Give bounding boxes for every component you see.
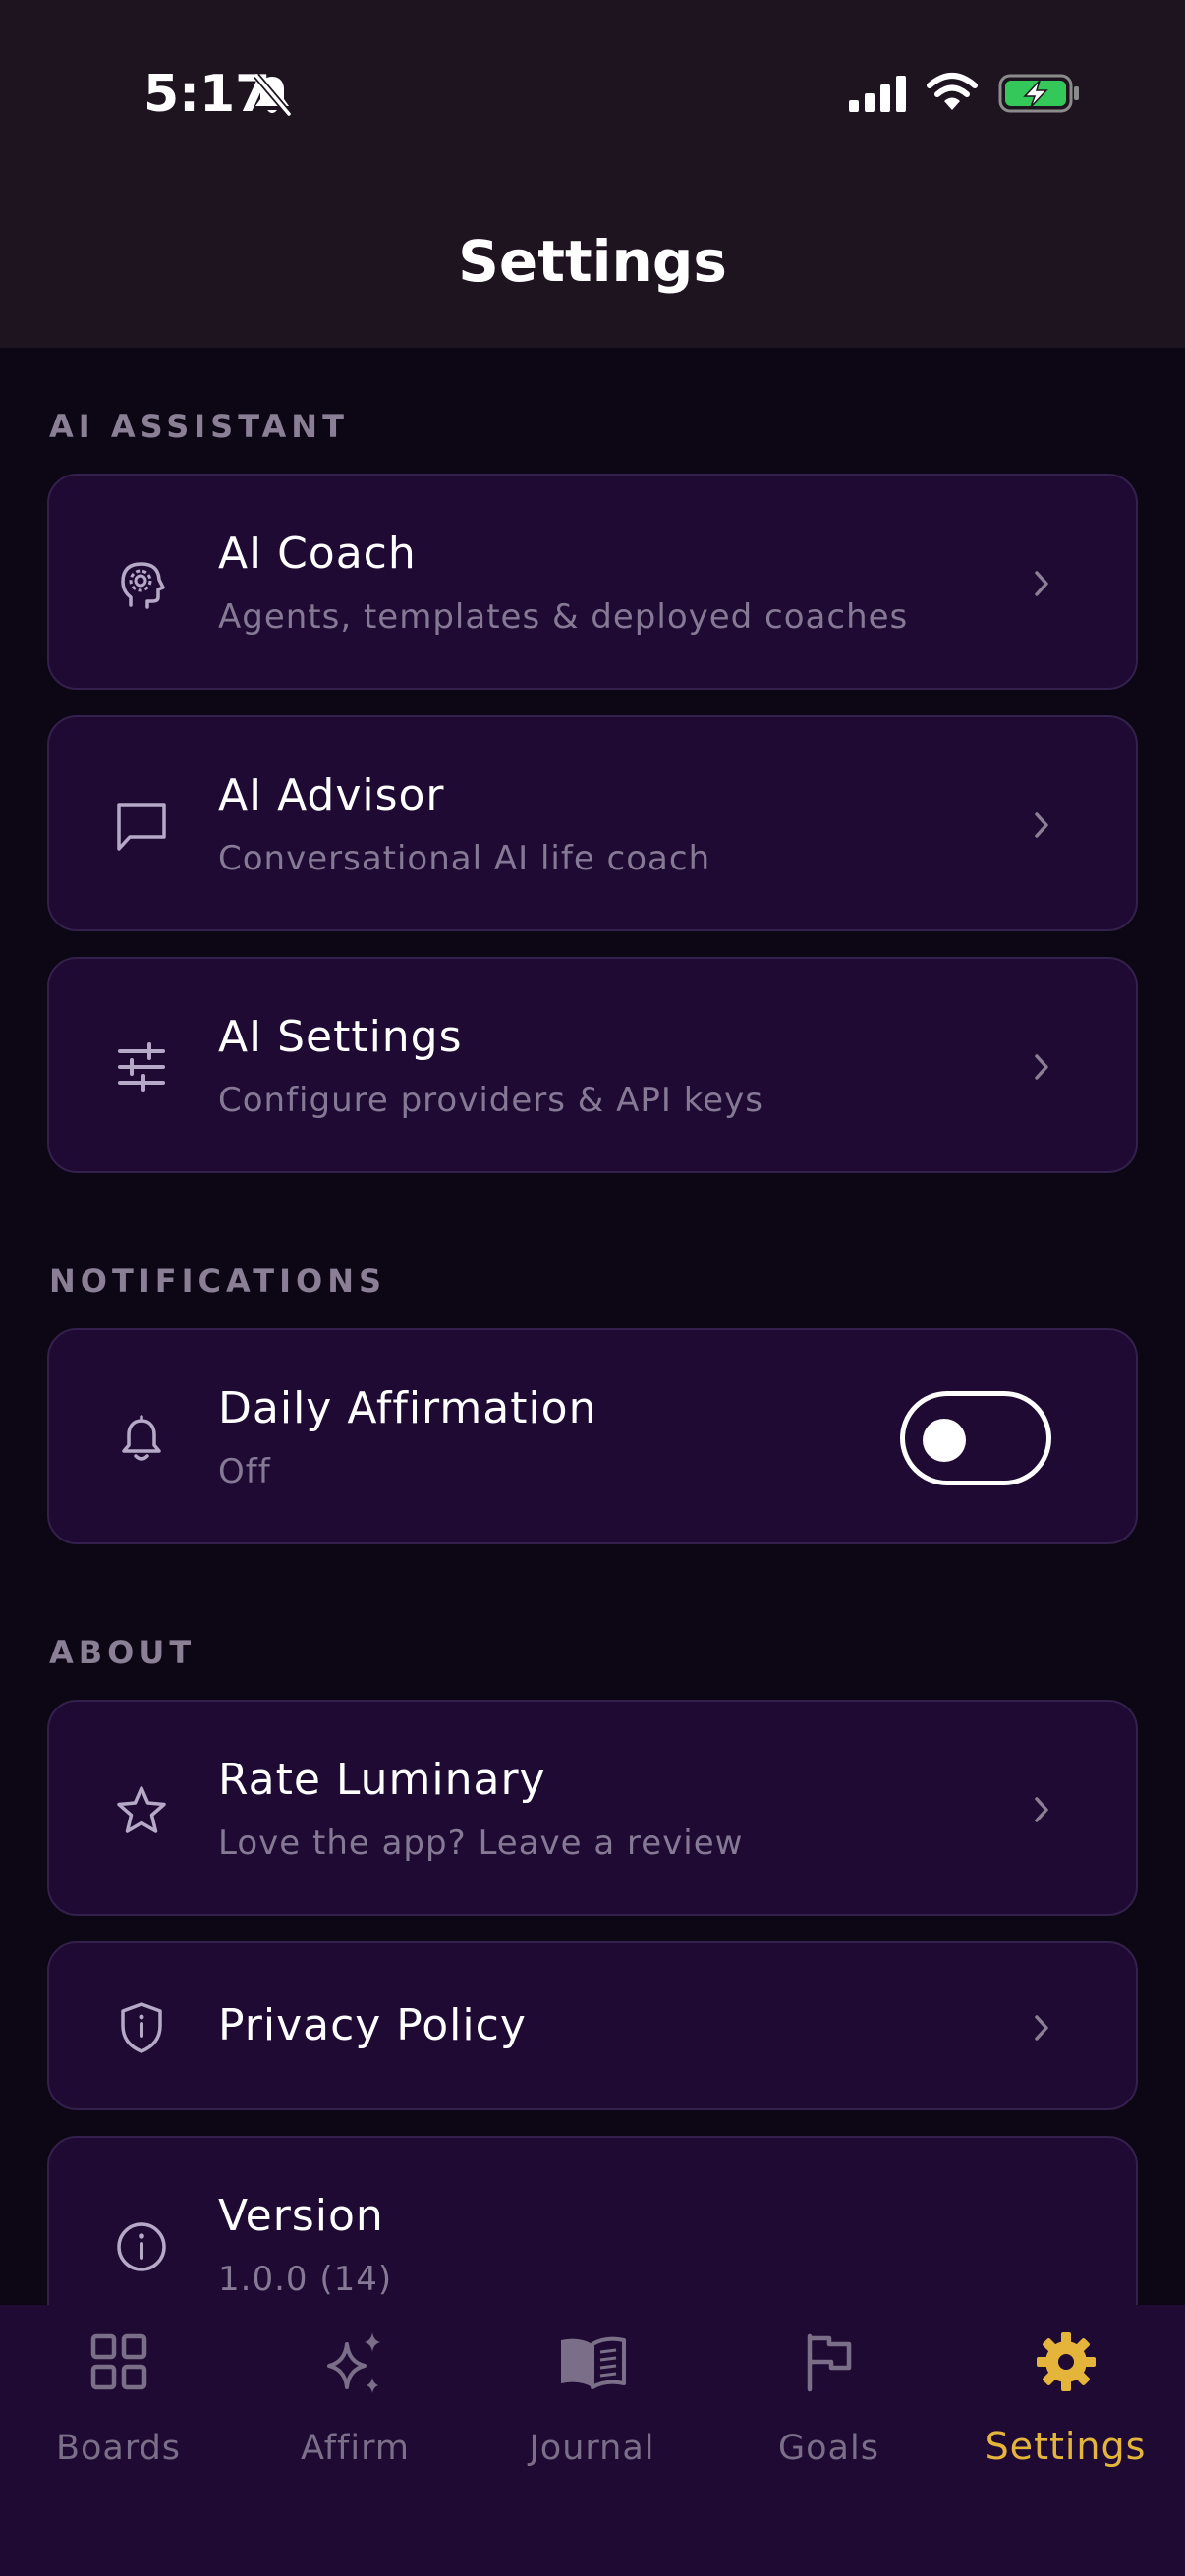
star-icon [117, 1786, 166, 1833]
brain-gear-icon [121, 562, 165, 609]
tab-journal[interactable]: Journal [474, 2305, 710, 2501]
chevron-right-icon [1035, 1797, 1048, 1822]
section-label-ai-assistant: AI ASSISTANT [49, 408, 349, 445]
sparkles-icon [326, 2332, 380, 2393]
item-subtitle: Agents, templates & deployed coaches [218, 597, 909, 637]
bell-icon [122, 1415, 161, 1461]
item-title: Rate Luminary [218, 1755, 546, 1805]
bottom-tab-bar: Boards Affirm Journal Goals Settings [0, 2305, 1185, 2576]
section-label-about: ABOUT [49, 1634, 197, 1671]
item-subtitle: Conversational AI life coach [218, 839, 711, 878]
chat-bubble-icon [117, 803, 166, 851]
settings-item-ai-advisor[interactable]: AI Advisor Conversational AI life coach [47, 715, 1138, 931]
settings-item-ai-settings[interactable]: AI Settings Configure providers & API ke… [47, 957, 1138, 1173]
settings-item-ai-coach[interactable]: AI Coach Agents, templates & deployed co… [47, 474, 1138, 690]
settings-item-daily-affirmation: Daily Affirmation Off [47, 1328, 1138, 1544]
book-icon [560, 2336, 626, 2389]
tab-boards[interactable]: Boards [0, 2305, 237, 2501]
info-icon [117, 2222, 166, 2271]
section-label-notifications: NOTIFICATIONS [49, 1262, 387, 1300]
item-title: Privacy Policy [218, 2000, 527, 2050]
item-subtitle: Configure providers & API keys [218, 1081, 763, 1120]
gear-icon [1036, 2332, 1096, 2391]
item-subtitle: 1.0.0 (14) [218, 2260, 393, 2299]
item-title: AI Coach [218, 529, 417, 579]
tab-label: Goals [778, 2429, 879, 2468]
page-title: Settings [458, 228, 727, 295]
chevron-right-icon [1035, 1054, 1048, 1080]
top-header: 5:17 Settings [0, 0, 1185, 348]
tab-label: Boards [55, 2429, 182, 2468]
battery-charging-icon [998, 74, 1079, 113]
chevron-right-icon [1035, 2015, 1048, 2041]
item-title: Version [218, 2191, 384, 2241]
tab-goals[interactable]: Goals [710, 2305, 947, 2501]
toggle-knob [923, 1419, 966, 1462]
wifi-icon [927, 73, 978, 110]
tab-label: Settings [985, 2425, 1147, 2468]
tab-settings[interactable]: Settings [947, 2305, 1184, 2501]
shield-icon [121, 2002, 162, 2053]
daily-affirmation-toggle[interactable] [900, 1391, 1051, 1485]
cellular-signal-icon [849, 76, 906, 112]
tab-label: Journal [529, 2429, 655, 2468]
chevron-right-icon [1035, 571, 1048, 596]
flag-icon [807, 2333, 851, 2392]
item-title: AI Advisor [218, 770, 445, 820]
tab-affirm[interactable]: Affirm [237, 2305, 474, 2501]
item-title: AI Settings [218, 1012, 463, 1062]
tab-label: Affirm [301, 2429, 410, 2468]
settings-item-rate-luminary[interactable]: Rate Luminary Love the app? Leave a revi… [47, 1700, 1138, 1916]
item-title: Daily Affirmation [218, 1383, 597, 1433]
grid-icon [90, 2333, 146, 2390]
sliders-icon [118, 1042, 165, 1092]
chevron-right-icon [1035, 812, 1048, 838]
item-subtitle: Love the app? Leave a review [218, 1823, 744, 1863]
bell-slash-icon [254, 73, 292, 117]
item-subtitle: Off [218, 1452, 271, 1491]
settings-item-privacy-policy[interactable]: Privacy Policy [47, 1941, 1138, 2110]
